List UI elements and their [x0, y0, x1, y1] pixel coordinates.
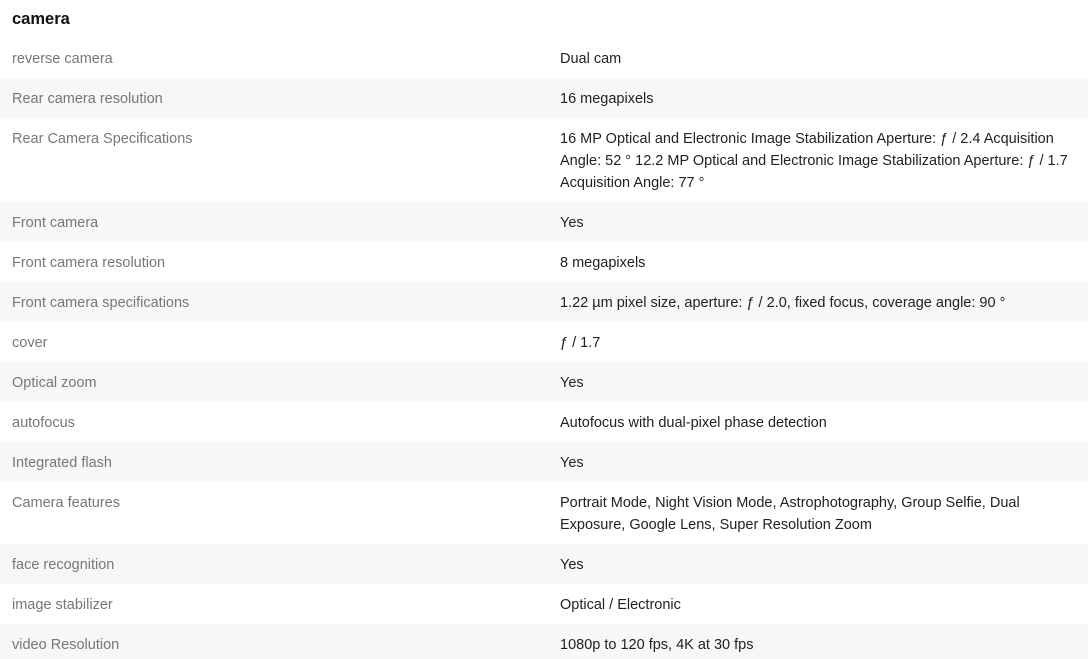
spec-value: 8 megapixels: [560, 255, 646, 271]
spec-label: Optical zoom: [12, 375, 97, 391]
spec-row-rear-camera-resolution: Rear camera resolution 16 megapixels: [0, 78, 1088, 118]
spec-row-face-recognition: face recognition Yes: [0, 544, 1088, 584]
spec-row-integrated-flash: Integrated flash Yes: [0, 442, 1088, 482]
spec-value: ƒ / 1.7: [560, 335, 601, 351]
spec-label: Rear camera resolution: [12, 91, 163, 107]
spec-row-front-camera: Front camera Yes: [0, 202, 1088, 242]
spec-value: Yes: [560, 557, 584, 573]
spec-label: face recognition: [12, 557, 115, 573]
spec-label: video Resolution: [12, 637, 120, 653]
spec-value: 1080p to 120 fps, 4K at 30 fps: [560, 637, 754, 653]
spec-label: cover: [12, 335, 48, 351]
spec-row-reverse-camera: reverse camera Dual cam: [0, 38, 1088, 78]
spec-row-cover: cover ƒ / 1.7: [0, 322, 1088, 362]
spec-row-autofocus: autofocus Autofocus with dual-pixel phas…: [0, 402, 1088, 442]
spec-value: Dual cam: [560, 51, 622, 67]
spec-label: Front camera: [12, 215, 99, 231]
spec-value: Yes: [560, 215, 584, 231]
spec-value: Yes: [560, 375, 584, 391]
spec-label: autofocus: [12, 415, 75, 431]
spec-value: 16 MP Optical and Electronic Image Stabi…: [560, 131, 1068, 191]
spec-label: reverse camera: [12, 51, 113, 67]
spec-table: reverse camera Dual cam Rear camera reso…: [0, 38, 1088, 659]
spec-value: Optical / Electronic: [560, 597, 681, 613]
spec-label: Front camera specifications: [12, 295, 190, 311]
spec-row-camera-features: Camera features Portrait Mode, Night Vis…: [0, 482, 1088, 544]
spec-value: Portrait Mode, Night Vision Mode, Astrop…: [560, 495, 1020, 533]
spec-value: Autofocus with dual-pixel phase detectio…: [560, 415, 827, 431]
spec-row-image-stabilizer: image stabilizer Optical / Electronic: [0, 584, 1088, 624]
spec-label: image stabilizer: [12, 597, 113, 613]
spec-label: Front camera resolution: [12, 255, 166, 271]
spec-row-video-resolution: video Resolution 1080p to 120 fps, 4K at…: [0, 624, 1088, 659]
spec-label: Integrated flash: [12, 455, 112, 471]
spec-value: 1.22 µm pixel size, aperture: ƒ / 2.0, f…: [560, 295, 1006, 311]
spec-row-rear-camera-specifications: Rear Camera Specifications 16 MP Optical…: [0, 118, 1088, 202]
spec-value: 16 megapixels: [560, 91, 654, 107]
spec-label: Rear Camera Specifications: [12, 131, 193, 147]
camera-spec-section: camera reverse camera Dual cam Rear came…: [0, 0, 1088, 659]
spec-label: Camera features: [12, 495, 120, 511]
spec-row-optical-zoom: Optical zoom Yes: [0, 362, 1088, 402]
spec-row-front-camera-specifications: Front camera specifications 1.22 µm pixe…: [0, 282, 1088, 322]
spec-row-front-camera-resolution: Front camera resolution 8 megapixels: [0, 242, 1088, 282]
spec-value: Yes: [560, 455, 584, 471]
section-title: camera: [12, 10, 70, 28]
